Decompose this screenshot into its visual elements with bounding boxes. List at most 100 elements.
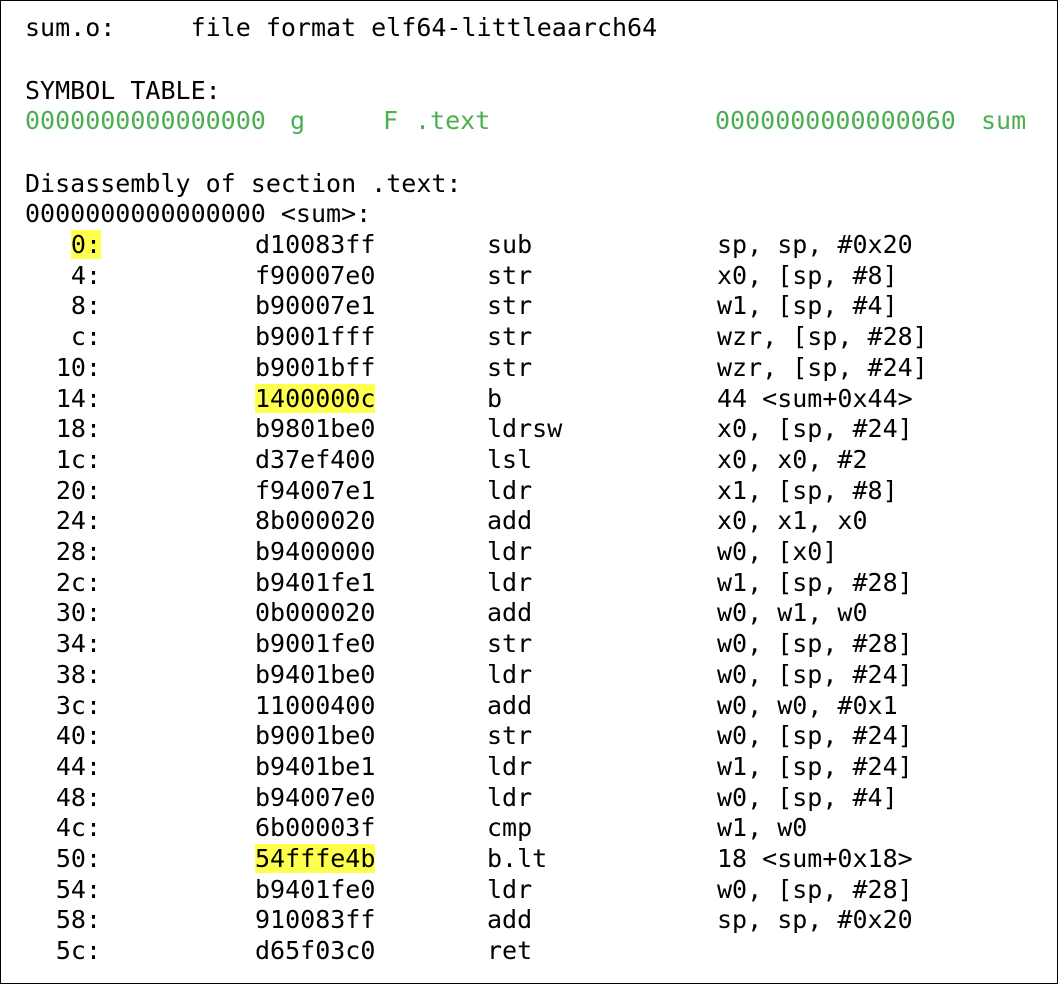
instruction-mnemonic: str [487,261,533,290]
instruction-hex: 1400000c [255,384,376,413]
instruction-hex: 0b000020 [255,598,376,627]
instruction-operands: 18 <sum+0x18> [717,844,913,873]
instruction-operands: w0, [sp, #4] [717,783,898,812]
instruction-hex: b9401fe1 [255,568,376,597]
instruction-address: 2c: [55,568,101,597]
instruction-hex: f90007e0 [255,261,376,290]
instruction-operands: w0, w1, w0 [717,598,868,627]
instruction-mnemonic: add [487,598,533,627]
instruction-mnemonic: cmp [487,813,533,842]
instruction-hex: b9801be0 [255,414,376,443]
instruction-address: 4c: [55,813,101,842]
instruction-operands: w1, w0 [717,813,808,842]
instruction-mnemonic: str [487,291,533,320]
instruction-hex: b9400000 [255,537,376,566]
instruction-address: 50: [55,844,101,873]
instruction-hex: d10083ff [255,230,376,259]
instruction-mnemonic: add [487,905,533,934]
instruction-mnemonic: str [487,322,533,351]
instruction-address: 10: [55,353,101,382]
instruction-address: 14: [55,384,101,413]
instruction-mnemonic: ldr [487,875,533,904]
instruction-mnemonic: str [487,721,533,750]
instruction-hex: 11000400 [255,691,376,720]
instruction-hex: b9401be1 [255,752,376,781]
instruction-hex: 6b00003f [255,813,376,842]
instruction-address: 54: [55,875,101,904]
instruction-address: 8: [70,291,101,320]
instruction-address: 24: [55,506,101,535]
instruction-operands: 44 <sum+0x44> [717,384,913,413]
instruction-operands: w0, w0, #0x1 [717,691,898,720]
instruction-address: 28: [55,537,101,566]
instruction-operands: w1, [sp, #28] [717,568,913,597]
instruction-address: c: [70,322,101,351]
instruction-mnemonic: sub [487,230,533,259]
instruction-operands: w0, [x0] [717,537,838,566]
instruction-address: 34: [55,629,101,658]
instruction-operands: w1, [sp, #4] [717,291,898,320]
instruction-operands: w0, [sp, #24] [717,721,913,750]
instruction-hex: d65f03c0 [255,936,376,965]
instruction-hex: b9001fff [255,322,376,351]
instruction-address: 48: [55,783,101,812]
instruction-address: 30: [55,598,101,627]
instruction-mnemonic: b.lt [487,844,548,873]
instruction-mnemonic: ldr [487,660,533,689]
symbol-flag: g [290,106,306,135]
symbol-value: 0000000000000000 [25,106,266,135]
instruction-mnemonic: ldr [487,783,533,812]
symbol-name: sum [981,106,1027,135]
instruction-hex: b9001be0 [255,721,376,750]
instruction-hex: d37ef400 [255,445,376,474]
instruction-address: 58: [55,905,101,934]
instruction-operands: w1, [sp, #24] [717,752,913,781]
function-label: 0000000000000000 <sum>: [25,199,372,228]
symbol-type: F [383,106,399,135]
instruction-mnemonic: b [487,384,503,413]
instruction-operands: x0, x0, #2 [717,445,868,474]
instruction-operands: x0, [sp, #8] [717,261,898,290]
instruction-address: 44: [55,752,101,781]
section-title: Disassembly of section .text: [25,169,462,198]
instruction-hex: b9001fe0 [255,629,376,658]
symbol-size: 0000000000000060 [715,106,956,135]
instruction-mnemonic: ldr [487,476,533,505]
instruction-mnemonic: ldr [487,752,533,781]
instruction-mnemonic: ldr [487,568,533,597]
instruction-mnemonic: str [487,353,533,382]
instruction-operands: w0, [sp, #24] [717,660,913,689]
instruction-hex: b90007e1 [255,291,376,320]
instruction-hex: b9401be0 [255,660,376,689]
instruction-hex: b9401fe0 [255,875,376,904]
instruction-operands: x0, x1, x0 [717,506,868,535]
instruction-operands: sp, sp, #0x20 [717,230,913,259]
file-format-line: sum.o: file format elf64-littleaarch64 [25,13,658,42]
instruction-hex: b94007e0 [255,783,376,812]
instruction-address: 5c: [55,936,101,965]
instruction-address: 20: [55,476,101,505]
instruction-address: 38: [55,660,101,689]
instruction-operands: w0, [sp, #28] [717,875,913,904]
instruction-address: 4: [70,261,101,290]
instruction-address: 40: [55,721,101,750]
instruction-operands: x1, [sp, #8] [717,476,898,505]
instruction-hex: 910083ff [255,905,376,934]
instruction-hex: 54fffe4b [255,844,376,873]
instruction-operands: wzr, [sp, #24] [717,353,928,382]
instruction-operands: wzr, [sp, #28] [717,322,928,351]
instruction-hex: 8b000020 [255,506,376,535]
instruction-address: 18: [55,414,101,443]
instruction-mnemonic: ret [487,936,533,965]
instruction-mnemonic: str [487,629,533,658]
instruction-mnemonic: ldr [487,537,533,566]
instruction-mnemonic: add [487,691,533,720]
objdump-output: sum.o: file format elf64-littleaarch64 S… [0,0,1058,984]
instruction-mnemonic: lsl [487,445,533,474]
instruction-operands: x0, [sp, #24] [717,414,913,443]
instruction-address: 3c: [55,691,101,720]
instruction-hex: b9001bff [255,353,376,382]
symbol-table-title: SYMBOL TABLE: [25,76,221,105]
instruction-operands: sp, sp, #0x20 [717,905,913,934]
instruction-hex: f94007e1 [255,476,376,505]
